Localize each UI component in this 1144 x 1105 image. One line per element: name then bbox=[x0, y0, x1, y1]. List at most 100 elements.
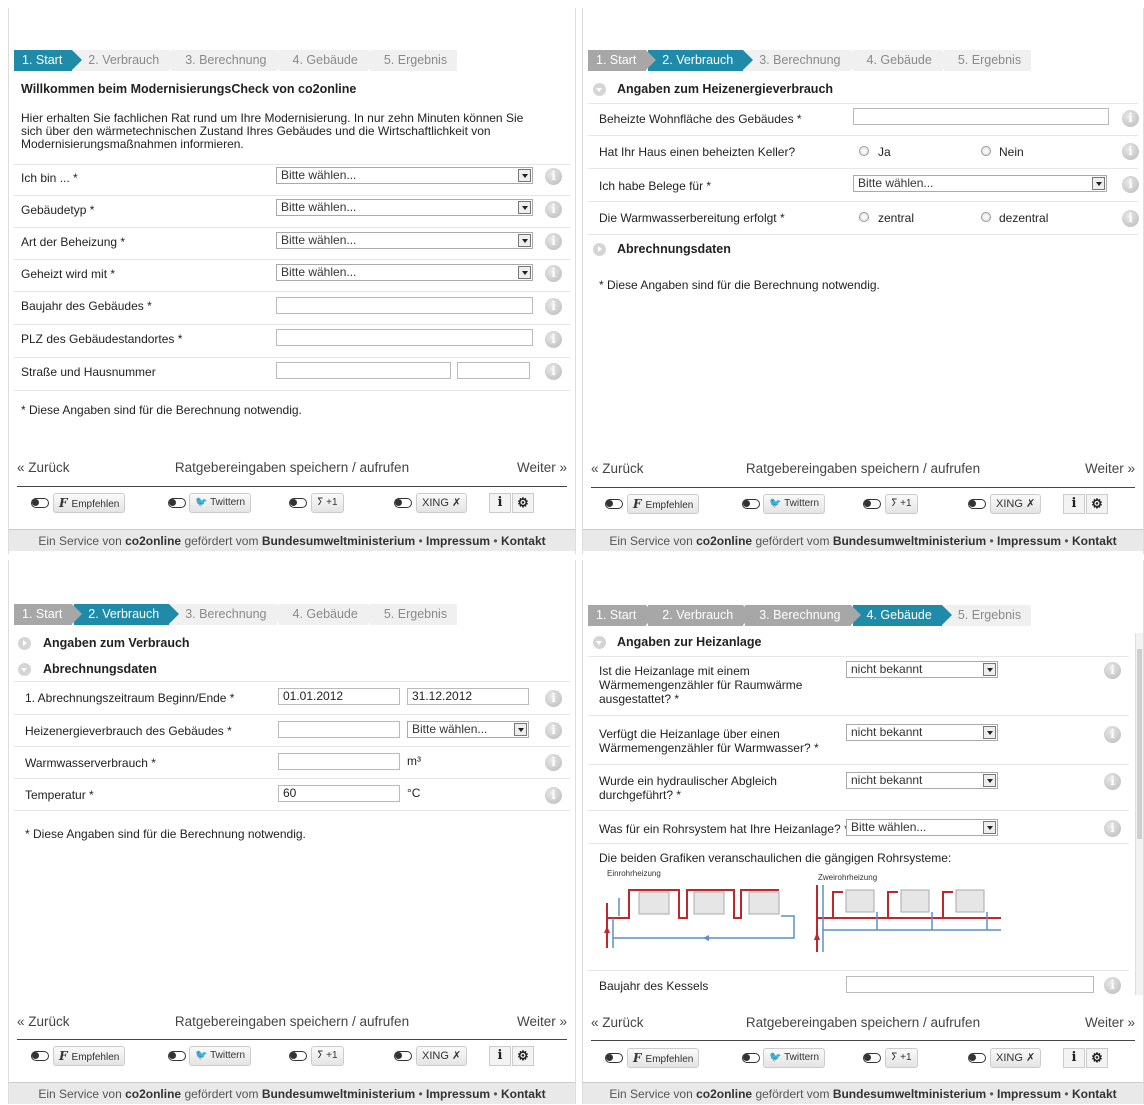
strasse-input[interactable] bbox=[276, 362, 451, 379]
toggle-icon[interactable] bbox=[742, 499, 760, 509]
scrollbar[interactable] bbox=[1135, 633, 1143, 995]
xing-button[interactable]: XING ✗ bbox=[416, 1046, 468, 1066]
temperatur-input[interactable]: 60 bbox=[278, 785, 400, 802]
ministry-link[interactable]: Bundesumweltministerium bbox=[262, 534, 415, 548]
xing-button[interactable]: XING ✗ bbox=[990, 1048, 1042, 1068]
kontakt-link[interactable]: Kontakt bbox=[501, 1087, 546, 1101]
step-berechnung[interactable]: 3. Berechnung bbox=[745, 605, 861, 626]
info-icon[interactable]: i bbox=[545, 690, 562, 707]
save-load-link[interactable]: Ratgebereingaben speichern / aufrufen bbox=[17, 1014, 567, 1029]
facebook-recommend-button[interactable]: F Empfehlen bbox=[627, 1048, 700, 1068]
expand-icon[interactable] bbox=[593, 243, 606, 256]
zeitraum-start-input[interactable]: 01.01.2012 bbox=[278, 688, 400, 705]
step-ergebnis[interactable]: 5. Ergebnis bbox=[943, 50, 1032, 71]
co2online-link[interactable]: co2online bbox=[125, 1087, 181, 1101]
info-button[interactable]: i bbox=[489, 1046, 511, 1066]
toggle-icon[interactable] bbox=[394, 498, 412, 508]
ministry-link[interactable]: Bundesumweltministerium bbox=[833, 534, 986, 548]
save-load-link[interactable]: Ratgebereingaben speichern / aufrufen bbox=[17, 460, 567, 475]
wohnflaeche-input[interactable] bbox=[853, 108, 1109, 125]
step-ergebnis[interactable]: 5. Ergebnis bbox=[369, 604, 458, 625]
step-gebaeude[interactable]: 4. Gebäude bbox=[852, 605, 953, 626]
facebook-recommend-button[interactable]: F Empfehlen bbox=[627, 494, 700, 514]
step-berechnung[interactable]: 3. Berechnung bbox=[745, 50, 861, 71]
step-verbrauch[interactable]: 2. Verbrauch bbox=[74, 604, 180, 625]
collapse-icon[interactable] bbox=[18, 663, 31, 676]
info-icon[interactable]: i bbox=[545, 298, 562, 315]
step-verbrauch[interactable]: 2. Verbrauch bbox=[74, 50, 180, 71]
co2online-link[interactable]: co2online bbox=[125, 534, 181, 548]
waermemengenzaehler-wasser-select[interactable]: nicht bekannt bbox=[846, 724, 998, 741]
info-icon[interactable]: i bbox=[1122, 210, 1139, 227]
toggle-icon[interactable] bbox=[168, 498, 186, 508]
step-ergebnis[interactable]: 5. Ergebnis bbox=[369, 50, 458, 71]
info-icon[interactable]: i bbox=[545, 233, 562, 250]
heizenergieverbrauch-input[interactable] bbox=[278, 721, 400, 738]
toggle-icon[interactable] bbox=[394, 1051, 412, 1061]
step-start[interactable]: 1. Start bbox=[588, 605, 657, 626]
warmwasserverbrauch-input[interactable] bbox=[278, 753, 400, 770]
twitter-button[interactable]: 🐦 Twittern bbox=[763, 1048, 826, 1068]
step-verbrauch[interactable]: 2. Verbrauch bbox=[648, 50, 754, 71]
next-button[interactable]: Weiter » bbox=[1085, 1015, 1135, 1030]
info-icon[interactable]: i bbox=[1122, 176, 1139, 193]
collapse-icon[interactable] bbox=[593, 636, 606, 649]
section-heizanlage[interactable]: Angaben zur Heizanlage bbox=[617, 635, 761, 649]
toggle-icon[interactable] bbox=[863, 1053, 881, 1063]
gear-icon[interactable]: ⚙ bbox=[512, 1046, 534, 1066]
toggle-icon[interactable] bbox=[605, 1053, 623, 1063]
impressum-link[interactable]: Impressum bbox=[997, 534, 1061, 548]
kontakt-link[interactable]: Kontakt bbox=[1072, 1087, 1117, 1101]
info-icon[interactable]: i bbox=[1104, 662, 1121, 679]
einheit-select[interactable]: Bitte wählen... bbox=[407, 721, 529, 738]
ich-bin-select[interactable]: Bitte wählen... bbox=[276, 167, 533, 184]
section-abrechnungsdaten[interactable]: Abrechnungsdaten bbox=[617, 242, 731, 256]
collapse-icon[interactable] bbox=[593, 83, 606, 96]
section-verbrauch[interactable]: Angaben zum Verbrauch bbox=[43, 636, 190, 650]
info-button[interactable]: i bbox=[1063, 494, 1085, 514]
belege-select[interactable]: Bitte wählen... bbox=[853, 175, 1107, 192]
beheizung-select[interactable]: Bitte wählen... bbox=[276, 232, 533, 249]
info-button[interactable]: i bbox=[1063, 1048, 1085, 1068]
toggle-icon[interactable] bbox=[742, 1053, 760, 1063]
baujahr-kessel-input[interactable] bbox=[846, 976, 1094, 993]
toggle-icon[interactable] bbox=[605, 499, 623, 509]
info-icon[interactable]: i bbox=[545, 331, 562, 348]
keller-nein-radio[interactable] bbox=[981, 146, 991, 156]
info-icon[interactable]: i bbox=[1104, 977, 1121, 994]
xing-button[interactable]: XING ✗ bbox=[416, 493, 468, 513]
next-button[interactable]: Weiter » bbox=[517, 460, 567, 475]
rohrsystem-select[interactable]: Bitte wählen... bbox=[846, 819, 998, 836]
baujahr-input[interactable] bbox=[276, 297, 533, 314]
toggle-icon[interactable] bbox=[289, 1051, 307, 1061]
zeitraum-end-input[interactable]: 31.12.2012 bbox=[407, 688, 529, 705]
google-plus-button[interactable]: ⵢ +1 bbox=[885, 1048, 918, 1068]
step-berechnung[interactable]: 3. Berechnung bbox=[171, 604, 287, 625]
step-verbrauch[interactable]: 2. Verbrauch bbox=[648, 605, 754, 626]
ministry-link[interactable]: Bundesumweltministerium bbox=[262, 1087, 415, 1101]
warmwasser-zentral-radio[interactable] bbox=[859, 212, 869, 222]
co2online-link[interactable]: co2online bbox=[696, 1087, 752, 1101]
next-button[interactable]: Weiter » bbox=[1085, 461, 1135, 476]
info-icon[interactable]: i bbox=[545, 754, 562, 771]
twitter-button[interactable]: 🐦 Twittern bbox=[189, 493, 252, 513]
info-icon[interactable]: i bbox=[1104, 773, 1121, 790]
gebaeudetyp-select[interactable]: Bitte wählen... bbox=[276, 199, 533, 216]
warmwasser-dezentral-radio[interactable] bbox=[981, 212, 991, 222]
co2online-link[interactable]: co2online bbox=[696, 534, 752, 548]
toggle-icon[interactable] bbox=[31, 1051, 49, 1061]
info-button[interactable]: i bbox=[489, 493, 511, 513]
info-icon[interactable]: i bbox=[1104, 820, 1121, 837]
impressum-link[interactable]: Impressum bbox=[997, 1087, 1061, 1101]
scrollbar-thumb[interactable] bbox=[1137, 649, 1142, 839]
plz-input[interactable] bbox=[276, 329, 533, 346]
toggle-icon[interactable] bbox=[31, 498, 49, 508]
ministry-link[interactable]: Bundesumweltministerium bbox=[833, 1087, 986, 1101]
waermemengenzaehler-raum-select[interactable]: nicht bekannt bbox=[846, 661, 998, 678]
info-icon[interactable]: i bbox=[545, 265, 562, 282]
save-load-link[interactable]: Ratgebereingaben speichern / aufrufen bbox=[591, 461, 1135, 476]
toggle-icon[interactable] bbox=[168, 1051, 186, 1061]
toggle-icon[interactable] bbox=[968, 1053, 986, 1063]
google-plus-button[interactable]: ⵢ +1 bbox=[311, 1046, 344, 1066]
info-icon[interactable]: i bbox=[545, 722, 562, 739]
